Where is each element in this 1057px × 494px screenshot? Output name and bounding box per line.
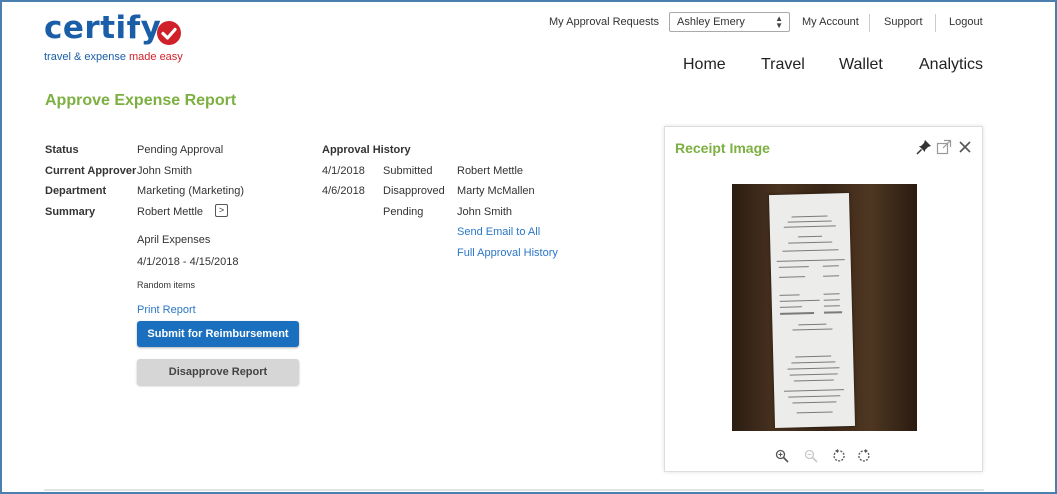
status-value: Pending Approval: [137, 144, 224, 156]
report-note: Random items: [137, 280, 196, 290]
logout-link[interactable]: Logout: [949, 16, 983, 28]
nav-home[interactable]: Home: [683, 56, 726, 74]
tagline: travel & expense made easy: [44, 51, 183, 63]
history-action: Disapproved: [383, 185, 445, 197]
current-approver-label: Current Approver: [45, 165, 137, 177]
receipt-photo: [732, 184, 917, 431]
summary-value: Robert Mettle: [137, 206, 204, 218]
nav-analytics[interactable]: Analytics: [919, 56, 983, 74]
pin-icon[interactable]: [916, 139, 932, 159]
page-title: Approve Expense Report: [45, 92, 237, 109]
current-approver-value: John Smith: [137, 165, 193, 177]
history-person: Robert Mettle: [457, 165, 524, 177]
zoom-out-icon[interactable]: [804, 449, 818, 466]
disapprove-report-button[interactable]: Disapprove Report: [137, 359, 299, 385]
history-action: Submitted: [383, 165, 433, 177]
header: certify travel & expense made easy My Ap…: [0, 0, 1053, 88]
nav-wallet[interactable]: Wallet: [839, 56, 883, 74]
approval-history-title: Approval History: [322, 144, 411, 156]
receipt-panel-title: Receipt Image: [675, 140, 770, 156]
rotate-right-icon[interactable]: [858, 449, 872, 466]
user-select-value: Ashley Emery: [677, 16, 745, 28]
department-value: Marketing (Marketing): [137, 185, 244, 197]
zoom-in-icon[interactable]: [775, 449, 789, 466]
summary-expand-icon[interactable]: >: [215, 204, 228, 217]
summary-label: Summary: [45, 206, 96, 218]
select-arrows-icon: ▲ ▼: [775, 14, 783, 30]
divider: [869, 14, 870, 32]
receipt-paper: [768, 192, 856, 429]
external-link-icon[interactable]: [936, 139, 952, 159]
history-person: Marty McMallen: [457, 185, 535, 197]
full-approval-history-link[interactable]: Full Approval History: [457, 247, 558, 259]
print-report-link[interactable]: Print Report: [137, 304, 196, 316]
submit-for-reimbursement-button[interactable]: Submit for Reimbursement: [137, 321, 299, 347]
send-email-to-all-link[interactable]: Send Email to All: [457, 226, 540, 238]
status-label: Status: [45, 144, 79, 156]
divider: [935, 14, 936, 32]
history-date: 4/6/2018: [322, 185, 365, 197]
report-dates: 4/1/2018 - 4/15/2018: [137, 256, 239, 268]
receipt-panel: Receipt Image: [664, 126, 983, 472]
user-select[interactable]: Ashley Emery ▲ ▼: [669, 12, 790, 32]
nav-travel[interactable]: Travel: [761, 56, 805, 74]
history-person: John Smith: [457, 206, 513, 218]
close-icon[interactable]: [957, 139, 973, 159]
department-label: Department: [45, 185, 107, 197]
history-date: 4/1/2018: [322, 165, 365, 177]
my-approval-requests-link[interactable]: My Approval Requests: [549, 16, 659, 28]
history-action: Pending: [383, 206, 424, 218]
my-account-link[interactable]: My Account: [802, 16, 859, 28]
report-name: April Expenses: [137, 234, 211, 246]
logo-check-icon: [157, 21, 181, 45]
logo-wordmark[interactable]: certify: [44, 10, 161, 46]
divider: [44, 489, 984, 491]
rotate-left-icon[interactable]: [831, 449, 845, 466]
support-link[interactable]: Support: [884, 16, 923, 28]
